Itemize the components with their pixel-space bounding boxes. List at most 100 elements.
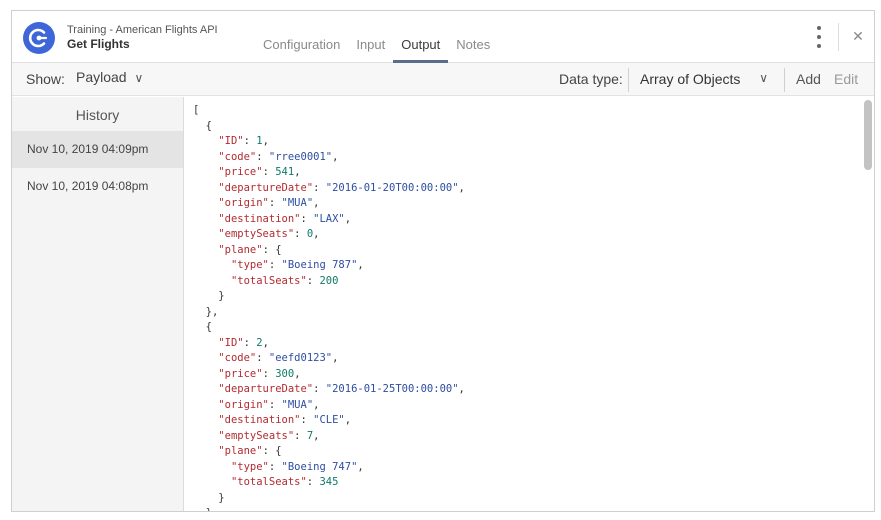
code-token: "emptySeats" (218, 429, 295, 442)
code-token: , (294, 166, 301, 178)
code-line: "plane": { (193, 444, 861, 460)
code-token: , (458, 383, 465, 395)
code-line: { (193, 320, 861, 336)
close-icon[interactable]: ✕ (848, 26, 868, 46)
code-token: "plane" (218, 445, 263, 457)
code-token: , (357, 259, 364, 271)
code-line: "price": 300, (193, 367, 861, 383)
code-line: "totalSeats": 345 (193, 475, 861, 491)
component-titles: Training - American Flights API Get Flig… (67, 23, 218, 52)
code-token: , (313, 228, 320, 240)
code-line: "emptySeats": 7, (193, 429, 861, 445)
code-token: : { (262, 243, 282, 256)
code-token: , (332, 352, 339, 364)
app-logo-icon (23, 22, 55, 54)
code-line: "code": "rree0001", (193, 150, 861, 166)
code-token: , (294, 367, 301, 380)
code-line: "ID": 1, (193, 134, 861, 150)
code-token: { (193, 119, 212, 132)
code-token: "totalSeats" (230, 274, 307, 287)
show-dropdown[interactable]: Payload ∨ (76, 69, 143, 85)
code-token: { (193, 321, 212, 333)
tab-input[interactable]: Input (348, 11, 393, 63)
datatype-dropdown-value: Array of Objects (640, 71, 741, 87)
code-token: : { (262, 445, 282, 457)
code-token: "origin" (218, 398, 269, 411)
code-token: "departureDate" (218, 181, 314, 194)
code-token: "ID" (218, 135, 244, 147)
show-dropdown-value: Payload (76, 69, 127, 85)
code-token: "origin" (218, 197, 269, 209)
code-token: "totalSeats" (230, 476, 307, 488)
more-options-icon[interactable] (812, 25, 826, 49)
code-line: "destination": "LAX", (193, 212, 861, 228)
component-title: Get Flights (67, 37, 130, 51)
code-token: "rree0001" (268, 150, 333, 163)
code-token: , (344, 212, 352, 225)
code-token: 200 (319, 274, 339, 287)
code-token: : (268, 259, 282, 271)
code-line: "plane": { (193, 243, 861, 259)
datatype-dropdown[interactable]: Array of Objects ∨ (640, 71, 768, 87)
edit-button[interactable]: Edit (834, 71, 858, 87)
header: Training - American Flights API Get Flig… (12, 11, 874, 63)
tab-configuration[interactable]: Configuration (255, 11, 348, 63)
code-token: , (357, 460, 364, 473)
show-label: Show: (26, 71, 65, 87)
scrollbar-thumb[interactable] (864, 100, 872, 170)
tab-bar: Configuration Input Output Notes (255, 11, 498, 63)
code-token: "price" (218, 166, 263, 178)
code-token: , (262, 336, 269, 349)
code-token: 300 (275, 367, 295, 380)
code-token: }, (193, 507, 219, 511)
code-line: [ (193, 103, 861, 119)
code-token: , (332, 150, 339, 163)
toolbar: Show: Payload ∨ Data type: Array of Obje… (12, 63, 874, 96)
code-token: "emptySeats" (218, 228, 295, 240)
code-token: "plane" (218, 243, 263, 256)
code-token: "code" (218, 150, 257, 163)
payload-scrollbar[interactable] (862, 97, 874, 511)
header-divider (838, 23, 839, 51)
code-token: : (256, 150, 269, 163)
code-token: : (262, 367, 276, 380)
code-line: "origin": "MUA", (193, 398, 861, 414)
history-item[interactable]: Nov 10, 2019 04:08pm (12, 168, 183, 205)
add-button[interactable]: Add (796, 71, 821, 87)
code-token: "MUA" (281, 197, 314, 209)
tab-notes[interactable]: Notes (448, 11, 498, 63)
code-line: "type": "Boeing 787", (193, 258, 861, 274)
code-token: : (306, 476, 320, 488)
code-token: "2016-01-20T00:00:00" (325, 181, 459, 194)
code-token: "destination" (218, 212, 301, 225)
code-line: }, (193, 506, 861, 511)
code-token: : (268, 398, 282, 411)
code-token: "CLE" (313, 414, 345, 426)
code-token: "MUA" (281, 398, 314, 411)
tab-output[interactable]: Output (393, 11, 449, 63)
code-token: } (193, 290, 225, 302)
code-token: : (268, 197, 282, 209)
code-token: : (313, 383, 326, 395)
toolbar-divider (784, 68, 785, 92)
chevron-down-icon: ∨ (759, 71, 768, 85)
code-token: , (313, 429, 320, 442)
output-payload-viewer[interactable]: [ { "ID": 1, "code": "rree0001", "price"… (185, 97, 861, 511)
history-item[interactable]: Nov 10, 2019 04:09pm (12, 131, 183, 168)
code-token: : (262, 166, 276, 178)
code-token: : (243, 336, 257, 349)
code-line: } (193, 289, 861, 305)
code-token: : (268, 460, 282, 473)
code-line: "destination": "CLE", (193, 413, 861, 429)
code-line: "ID": 2, (193, 336, 861, 352)
code-token: "LAX" (313, 212, 345, 225)
code-line: "code": "eefd0123", (193, 351, 861, 367)
